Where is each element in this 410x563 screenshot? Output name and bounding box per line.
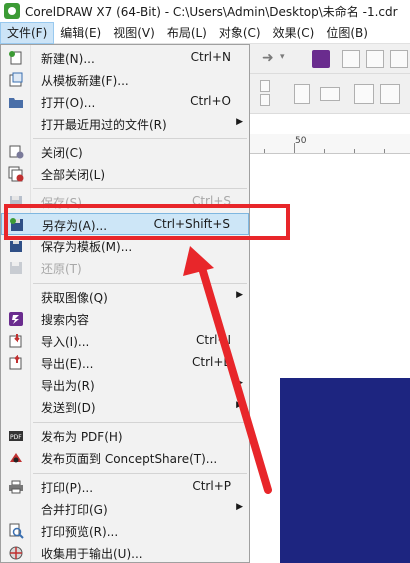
coreldraw-app-icon [4,3,20,19]
export-toolbar-icon[interactable] [366,50,384,68]
menu-item-publish-pdf[interactable]: PDF 发布为 PDF(H) [1,425,249,447]
menu-item-new[interactable]: 新建(N)... Ctrl+N [1,47,249,69]
search-content-icon [9,312,23,326]
menu-item-collect-for-output[interactable]: 收集用于输出(U)... [1,542,249,563]
title-bar: CorelDRAW X7 (64-Bit) - C:\Users\Admin\D… [0,0,410,22]
collect-output-icon [9,546,23,560]
menu-edit[interactable]: 编辑(E) [54,22,107,44]
ruler-minor-tick [324,149,325,153]
menu-bar: 文件(F) 编辑(E) 视图(V) 布局(L) 对象(C) 效果(C) 位图(B… [0,21,410,44]
import-icon [9,334,22,348]
menu-effects[interactable]: 效果(C) [267,22,321,44]
close-all-icon [8,166,24,182]
ruler-minor-tick [354,149,355,153]
menu-view[interactable]: 视图(V) [107,22,161,44]
menu-item-search-content[interactable]: 搜索内容 [1,308,249,330]
new-document-icon [9,51,22,65]
menu-separator [33,473,247,474]
document-page[interactable] [280,378,410,563]
menu-item-print-merge[interactable]: 合并打印(G) ▶ [1,498,249,520]
menu-layout[interactable]: 布局(L) [161,22,213,44]
menu-separator [33,283,247,284]
submenu-arrow-icon: ▶ [236,117,243,127]
save-template-icon [10,241,22,252]
portrait-icon[interactable] [294,84,310,104]
menu-separator [33,422,247,423]
all-pages-icon[interactable] [354,84,374,104]
horizontal-ruler: 50 [250,134,410,154]
menu-separator [33,138,247,139]
landscape-icon[interactable] [320,87,340,101]
menu-item-export-for[interactable]: 导出为(R) ▶ [1,374,249,396]
menu-item-import[interactable]: 导入(I)... Ctrl+I [1,330,249,352]
standard-toolbar: ➜ ▾ [250,44,410,74]
svg-text:PDF: PDF [10,434,22,441]
menu-file[interactable]: 文件(F) [0,21,55,44]
menu-item-close-all[interactable]: 全部关闭(L) [1,163,249,185]
menu-item-close[interactable]: 关闭(C) [1,141,249,163]
export-icon [9,355,22,370]
spin-up-icon[interactable] [260,80,270,92]
menu-item-print[interactable]: 打印(P)... Ctrl+P [1,476,249,498]
menu-item-open-recent[interactable]: 打开最近用过的文件(R) ▶ [1,113,249,135]
redo-dropdown-icon[interactable]: ▾ [280,52,285,62]
ruler-minor-tick [384,149,385,153]
conceptshare-icon [10,453,22,463]
close-document-icon [9,145,24,159]
ruler-minor-tick [264,149,265,153]
print-preview-icon [9,523,24,539]
revert-icon [10,262,22,274]
redo-icon[interactable]: ➜ [262,50,274,66]
publish-toolbar-icon[interactable] [390,50,408,68]
annotation-highlight-box [4,204,290,240]
current-page-icon[interactable] [380,84,400,104]
spin-down-icon[interactable] [260,94,270,106]
menu-bitmaps[interactable]: 位图(B) [320,22,374,44]
print-icon [9,480,23,494]
submenu-arrow-icon: ▶ [236,378,243,388]
menu-object[interactable]: 对象(C) [213,22,267,44]
menu-item-revert[interactable]: 还原(T) [1,257,249,279]
menu-item-print-preview[interactable]: 打印预览(R)... [1,520,249,542]
menu-item-acquire-image[interactable]: 获取图像(Q) ▶ [1,286,249,308]
search-content-toolbar-icon[interactable] [312,50,330,68]
submenu-arrow-icon: ▶ [236,502,243,512]
submenu-arrow-icon: ▶ [236,290,243,300]
ruler-major-tick [294,143,295,153]
menu-item-publish-conceptshare[interactable]: 发布页面到 ConceptShare(T)... [1,447,249,469]
import-toolbar-icon[interactable] [342,50,360,68]
menu-item-open[interactable]: 打开(O)... Ctrl+O [1,91,249,113]
pdf-icon: PDF [9,431,23,441]
file-menu-dropdown: 新建(N)... Ctrl+N 从模板新建(F)... 打开(O)... Ctr… [0,44,250,563]
submenu-arrow-icon: ▶ [236,400,243,410]
window-title: CorelDRAW X7 (64-Bit) - C:\Users\Admin\D… [25,4,398,19]
menu-item-send-to[interactable]: 发送到(D) ▶ [1,396,249,418]
ruler-tick-label: 50 [295,136,307,146]
menu-item-new-from-template[interactable]: 从模板新建(F)... [1,69,249,91]
menu-item-export[interactable]: 导出(E)... Ctrl+E [1,352,249,374]
new-from-template-icon [9,72,23,87]
open-folder-icon [9,98,23,108]
property-bar [250,74,410,114]
menu-separator [33,188,247,189]
